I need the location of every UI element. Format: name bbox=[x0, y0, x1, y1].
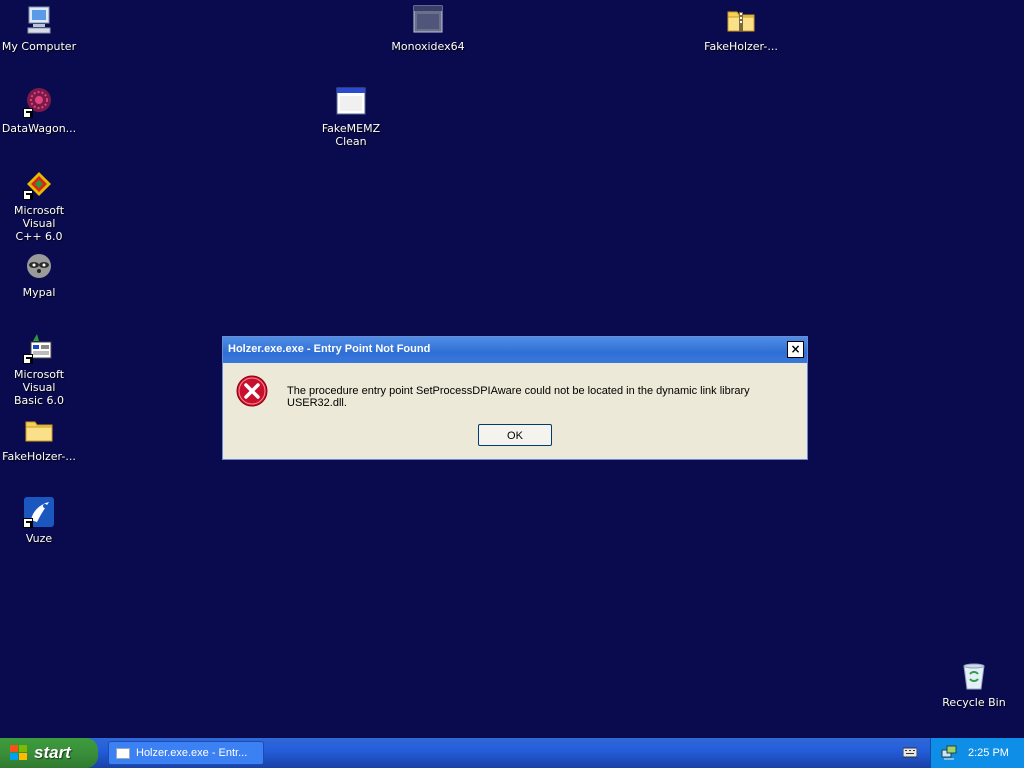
system-tray: 2:25 PM bbox=[930, 738, 1024, 768]
desktop-icon-label: Monoxidex64 bbox=[391, 40, 465, 53]
desktop-icon-label: DataWagon... bbox=[1, 122, 77, 135]
network-icon[interactable] bbox=[941, 745, 957, 761]
desktop-icon-label: Microsoft Visual Basic 6.0 bbox=[13, 368, 65, 407]
taskbar-item-holzer[interactable]: Holzer.exe.exe - Entr... bbox=[108, 741, 264, 765]
desktop-icon-recycle-bin[interactable]: Recycle Bin bbox=[935, 660, 1013, 709]
desktop-icon-fakememz-clean[interactable]: FakeMEMZ Clean bbox=[312, 86, 390, 148]
desktop-icon-label: Microsoft Visual C++ 6.0 bbox=[13, 204, 65, 243]
folder-icon bbox=[23, 414, 55, 446]
ok-button[interactable]: OK bbox=[478, 424, 552, 446]
dialog-titlebar[interactable]: Holzer.exe.exe - Entry Point Not Found × bbox=[223, 337, 807, 363]
desktop-icon-msvb[interactable]: Microsoft Visual Basic 6.0 bbox=[0, 332, 78, 407]
taskbar: start Holzer.exe.exe - Entr... 2:25 PM bbox=[0, 738, 1024, 768]
desktop-icon-vuze[interactable]: Vuze bbox=[0, 496, 78, 545]
computer-icon bbox=[23, 4, 55, 36]
visual-cpp-icon bbox=[23, 168, 55, 200]
desktop-icon-label: Recycle Bin bbox=[942, 696, 1006, 709]
keyboard-icon[interactable] bbox=[903, 747, 917, 758]
desktop-icon-label: FakeHolzer-... bbox=[704, 40, 778, 53]
desktop: My Computer DataWagon... Microsoft Visua… bbox=[0, 0, 1024, 738]
desktop-icon-monoxidex64[interactable]: Monoxidex64 bbox=[389, 4, 467, 53]
application-window-icon bbox=[412, 4, 444, 36]
desktop-icon-label: FakeMEMZ Clean bbox=[321, 122, 381, 148]
shortcut-arrow-icon bbox=[23, 518, 33, 528]
error-message: The procedure entry point SetProcessDPIA… bbox=[287, 385, 750, 409]
desktop-icon-my-computer[interactable]: My Computer bbox=[0, 4, 78, 53]
desktop-icon-label: FakeHolzer-... bbox=[2, 450, 76, 463]
shortcut-arrow-icon bbox=[23, 190, 33, 200]
shortcut-arrow-icon bbox=[23, 108, 33, 118]
shortcut-arrow-icon bbox=[23, 354, 33, 364]
start-label: start bbox=[34, 743, 71, 762]
taskbar-item-label: Holzer.exe.exe - Entr... bbox=[136, 747, 248, 759]
error-dialog[interactable]: Holzer.exe.exe - Entry Point Not Found ×… bbox=[222, 336, 808, 460]
start-button[interactable]: start bbox=[0, 738, 98, 768]
dialog-title: Holzer.exe.exe - Entry Point Not Found bbox=[228, 343, 431, 355]
desktop-icon-label: My Computer bbox=[1, 40, 77, 53]
error-icon bbox=[236, 375, 268, 407]
desktop-icon-label: Vuze bbox=[25, 532, 53, 545]
clock[interactable]: 2:25 PM bbox=[968, 747, 1009, 759]
window-icon bbox=[116, 748, 130, 759]
desktop-icon-mypal[interactable]: Mypal bbox=[0, 250, 78, 299]
datawagon-icon bbox=[23, 86, 55, 118]
mypal-raccoon-icon bbox=[23, 250, 55, 282]
windows-logo-icon bbox=[10, 745, 27, 760]
vuze-frog-icon bbox=[23, 496, 55, 528]
visual-basic-icon bbox=[23, 332, 55, 364]
desktop-icon-datawagon[interactable]: DataWagon... bbox=[0, 86, 78, 135]
recycle-bin-icon bbox=[958, 660, 990, 692]
desktop-icon-label: Mypal bbox=[22, 286, 56, 299]
desktop-icon-msvc[interactable]: Microsoft Visual C++ 6.0 bbox=[0, 168, 78, 243]
application-window-icon bbox=[335, 86, 367, 118]
zip-folder-icon bbox=[725, 4, 757, 36]
desktop-icon-fakeholzer-zip[interactable]: FakeHolzer-... bbox=[702, 4, 780, 53]
desktop-icon-fakeholzer-folder[interactable]: FakeHolzer-... bbox=[0, 414, 78, 463]
close-button[interactable]: × bbox=[787, 341, 804, 358]
